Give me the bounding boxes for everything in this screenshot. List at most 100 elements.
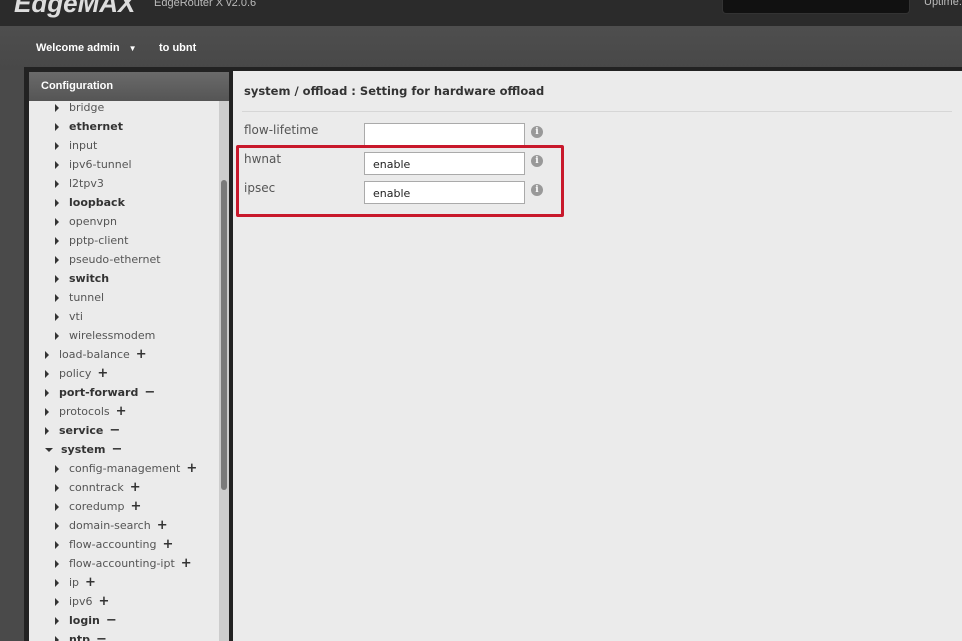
sidebar-item-conntrack[interactable]: conntrack + xyxy=(55,478,141,497)
sidebar-item-ethernet[interactable]: ethernet xyxy=(55,117,123,136)
caret-right-icon[interactable] xyxy=(55,179,59,188)
sidebar-item-ip[interactable]: ip + xyxy=(55,573,96,592)
caret-right-icon[interactable] xyxy=(55,236,59,245)
caret-right-icon[interactable] xyxy=(55,331,59,340)
sidebar-item-label: policy xyxy=(59,367,92,380)
caret-right-icon[interactable] xyxy=(55,616,59,625)
minus-icon[interactable]: − xyxy=(106,613,117,628)
sidebar-item-pseudo-ethernet[interactable]: pseudo-ethernet xyxy=(55,250,161,269)
top-bar: EdgeMAX EdgeRouter X v2.0.6 Uptime: xyxy=(0,0,962,26)
plus-icon[interactable]: + xyxy=(162,537,173,552)
sidebar-item-service[interactable]: service − xyxy=(45,421,120,440)
sidebar-item-system[interactable]: system − xyxy=(45,440,122,459)
logo: EdgeMAX xyxy=(14,0,136,18)
sidebar-item-login[interactable]: login − xyxy=(55,611,117,630)
caret-right-icon[interactable] xyxy=(45,426,49,435)
sidebar-item-policy[interactable]: policy + xyxy=(45,364,108,383)
sidebar-item-config-management[interactable]: config-management + xyxy=(55,459,197,478)
plus-icon[interactable]: + xyxy=(186,461,197,476)
sidebar-title: Configuration xyxy=(29,72,229,101)
sidebar-item-flow-accounting-ipt[interactable]: flow-accounting-ipt + xyxy=(55,554,192,573)
caret-right-icon[interactable] xyxy=(55,312,59,321)
to-ubnt-link[interactable]: to ubnt xyxy=(159,42,196,54)
sidebar-item-openvpn[interactable]: openvpn xyxy=(55,212,117,231)
plus-icon[interactable]: + xyxy=(85,575,96,590)
caret-right-icon[interactable] xyxy=(55,255,59,264)
sidebar-item-label: wirelessmodem xyxy=(69,329,156,342)
caret-right-icon[interactable] xyxy=(45,407,49,416)
minus-icon[interactable]: − xyxy=(144,385,155,400)
sidebar-item-label: protocols xyxy=(59,405,110,418)
welcome-menu[interactable]: Welcome admin ▼ xyxy=(36,42,137,54)
caret-right-icon[interactable] xyxy=(55,274,59,283)
caret-right-icon[interactable] xyxy=(55,122,59,131)
config-tree: bridge ethernet input ipv6-tunnel l2tpv3 loop… xyxy=(29,101,219,641)
plus-icon[interactable]: + xyxy=(136,347,147,362)
caret-right-icon[interactable] xyxy=(55,521,59,530)
sidebar-item-label: ethernet xyxy=(69,120,123,133)
sidebar-item-input[interactable]: input xyxy=(55,136,97,155)
caret-right-icon[interactable] xyxy=(55,198,59,207)
sidebar-item-pptp-client[interactable]: pptp-client xyxy=(55,231,128,250)
sidebar-item-label: login xyxy=(69,614,100,627)
divider xyxy=(242,111,952,112)
plus-icon[interactable]: + xyxy=(181,556,192,571)
caret-right-icon[interactable] xyxy=(55,103,59,112)
plus-icon[interactable]: + xyxy=(157,518,168,533)
sidebar-item-domain-search[interactable]: domain-search + xyxy=(55,516,168,535)
sidebar-item-ipv6[interactable]: ipv6 + xyxy=(55,592,109,611)
plus-icon[interactable]: + xyxy=(99,594,110,609)
plus-icon[interactable]: + xyxy=(130,499,141,514)
minus-icon[interactable]: − xyxy=(111,442,122,457)
caret-right-icon[interactable] xyxy=(55,597,59,606)
plus-icon[interactable]: + xyxy=(116,404,127,419)
sidebar-item-vti[interactable]: vti xyxy=(55,307,83,326)
highlight-box xyxy=(236,145,564,217)
sidebar-item-label: loopback xyxy=(69,196,125,209)
sidebar-item-loopback[interactable]: loopback xyxy=(55,193,125,212)
sidebar-item-port-forward[interactable]: port-forward − xyxy=(45,383,155,402)
minus-icon[interactable]: − xyxy=(109,423,120,438)
sidebar-item-ipv6-tunnel[interactable]: ipv6-tunnel xyxy=(55,155,132,174)
sidebar-item-load-balance[interactable]: load-balance + xyxy=(45,345,147,364)
sidebar-item-label: config-management xyxy=(69,462,181,475)
scrollbar-thumb[interactable] xyxy=(221,180,227,490)
caret-right-icon[interactable] xyxy=(45,388,49,397)
sidebar-item-label: bridge xyxy=(69,101,105,114)
caret-right-icon[interactable] xyxy=(55,293,59,302)
main-panel: system / offload : Setting for hardware … xyxy=(233,71,962,641)
caret-right-icon[interactable] xyxy=(55,559,59,568)
info-icon[interactable]: i xyxy=(531,126,543,138)
caret-right-icon[interactable] xyxy=(55,464,59,473)
sidebar-item-label: pseudo-ethernet xyxy=(69,253,161,266)
sidebar-item-bridge[interactable]: bridge xyxy=(55,101,104,117)
sidebar-item-label: service xyxy=(59,424,104,437)
sidebar-item-l2tpv3[interactable]: l2tpv3 xyxy=(55,174,104,193)
sidebar-item-switch[interactable]: switch xyxy=(55,269,109,288)
caret-right-icon[interactable] xyxy=(45,350,49,359)
status-box xyxy=(722,0,910,14)
caret-right-icon[interactable] xyxy=(55,635,59,641)
sidebar-item-label: switch xyxy=(69,272,110,285)
plus-icon[interactable]: + xyxy=(130,480,141,495)
sidebar-item-wirelessmodem[interactable]: wirelessmodem xyxy=(55,326,155,345)
plus-icon[interactable]: + xyxy=(97,366,108,381)
sidebar-item-protocols[interactable]: protocols + xyxy=(45,402,127,421)
sidebar-item-flow-accounting[interactable]: flow-accounting + xyxy=(55,535,173,554)
flow-lifetime-input[interactable] xyxy=(364,123,525,146)
caret-right-icon[interactable] xyxy=(55,502,59,511)
caret-right-icon[interactable] xyxy=(55,217,59,226)
caret-down-icon[interactable] xyxy=(45,447,53,452)
sidebar-item-label: coredump xyxy=(69,500,125,513)
caret-right-icon[interactable] xyxy=(55,141,59,150)
flow-lifetime-label: flow-lifetime xyxy=(244,123,319,137)
caret-right-icon[interactable] xyxy=(55,483,59,492)
sidebar-item-ntp[interactable]: ntp − xyxy=(55,630,107,641)
caret-right-icon[interactable] xyxy=(55,578,59,587)
caret-right-icon[interactable] xyxy=(45,369,49,378)
minus-icon[interactable]: − xyxy=(96,632,107,641)
caret-right-icon[interactable] xyxy=(55,160,59,169)
caret-right-icon[interactable] xyxy=(55,540,59,549)
sidebar-item-coredump[interactable]: coredump + xyxy=(55,497,141,516)
sidebar-item-tunnel[interactable]: tunnel xyxy=(55,288,104,307)
